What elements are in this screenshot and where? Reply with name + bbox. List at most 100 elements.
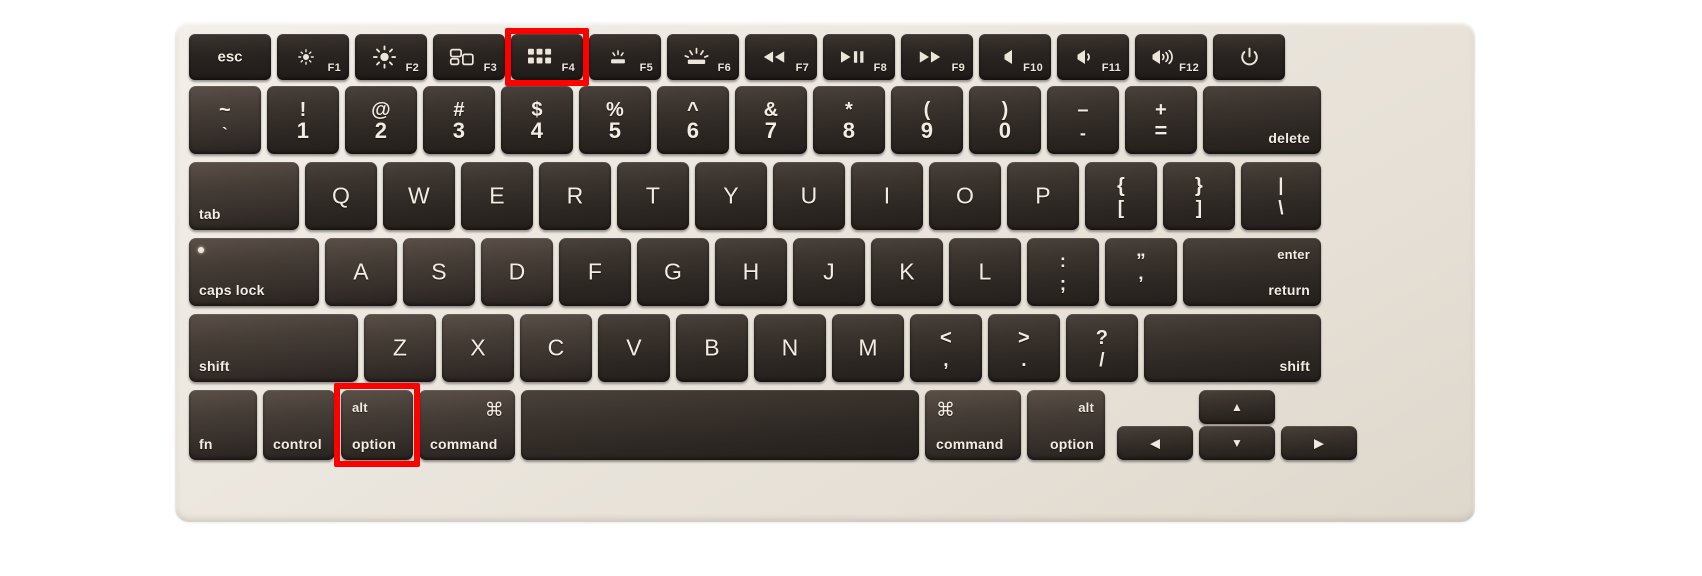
key-8-base-label: 8 xyxy=(842,118,856,143)
key-f2[interactable]: F2 xyxy=(355,34,427,80)
key-u[interactable]: U xyxy=(773,162,845,230)
key-9[interactable]: ( 9 xyxy=(891,86,963,154)
key-arrow-right[interactable]: ▶ xyxy=(1281,426,1357,460)
command-glyph-icon: ⌘ xyxy=(484,400,504,421)
key-1-shift-label: ! xyxy=(299,99,307,121)
key-p[interactable]: P xyxy=(1007,162,1079,230)
key-k-label: K xyxy=(899,258,915,285)
key-m-label: M xyxy=(858,334,878,361)
key-shift-right[interactable]: shift xyxy=(1144,314,1321,382)
key-command-right[interactable]: ⌘ command xyxy=(925,390,1021,460)
key-o[interactable]: O xyxy=(929,162,1001,230)
key-3[interactable]: # 3 xyxy=(423,86,495,154)
key-bracket-right-shift-label: } xyxy=(1195,175,1203,197)
key-q[interactable]: Q xyxy=(305,162,377,230)
key-v[interactable]: V xyxy=(598,314,670,382)
key-r[interactable]: R xyxy=(539,162,611,230)
key-f[interactable]: F xyxy=(559,238,631,306)
key-f6[interactable]: F6 xyxy=(667,34,739,80)
key-7[interactable]: & 7 xyxy=(735,86,807,154)
key-f3[interactable]: F3 xyxy=(433,34,505,80)
key-command-left-label: command xyxy=(430,436,498,452)
key-2[interactable]: @ 2 xyxy=(345,86,417,154)
key-z[interactable]: Z xyxy=(364,314,436,382)
key-arrow-left[interactable]: ◀ xyxy=(1117,426,1193,460)
key-n[interactable]: N xyxy=(754,314,826,382)
key-s[interactable]: S xyxy=(403,238,475,306)
key-grave-shift-label: ~ xyxy=(219,99,231,121)
key-0-shift-label: ) xyxy=(1001,99,1009,121)
key-5[interactable]: % 5 xyxy=(579,86,651,154)
key-f11[interactable]: F11 xyxy=(1057,34,1129,80)
key-l[interactable]: L xyxy=(949,238,1021,306)
key-control[interactable]: control xyxy=(263,390,335,460)
key-c-label: C xyxy=(547,334,565,361)
key-8[interactable]: * 8 xyxy=(813,86,885,154)
key-arrow-up[interactable]: ▲ xyxy=(1199,390,1275,424)
key-semicolon[interactable]: : ; xyxy=(1027,238,1099,306)
key-f-label: F xyxy=(587,258,603,285)
key-y[interactable]: Y xyxy=(695,162,767,230)
key-9-shift-label: ( xyxy=(923,99,931,121)
key-0[interactable]: ) 0 xyxy=(969,86,1041,154)
key-return[interactable]: enter return xyxy=(1183,238,1321,306)
key-g[interactable]: G xyxy=(637,238,709,306)
key-period[interactable]: > . xyxy=(988,314,1060,382)
key-tab-label: tab xyxy=(199,206,221,222)
key-i[interactable]: I xyxy=(851,162,923,230)
key-m[interactable]: M xyxy=(832,314,904,382)
key-6[interactable]: ^ 6 xyxy=(657,86,729,154)
key-w[interactable]: W xyxy=(383,162,455,230)
key-f4[interactable]: F4 xyxy=(511,34,583,80)
key-t[interactable]: T xyxy=(617,162,689,230)
key-x[interactable]: X xyxy=(442,314,514,382)
key-f12[interactable]: F12 xyxy=(1135,34,1207,80)
key-n-label: N xyxy=(781,334,799,361)
key-command-left[interactable]: ⌘ command xyxy=(419,390,515,460)
key-3-base-label: 3 xyxy=(452,118,466,143)
key-4-shift-label: $ xyxy=(531,99,543,121)
key-fn[interactable]: fn xyxy=(189,390,257,460)
key-1[interactable]: ! 1 xyxy=(267,86,339,154)
key-arrow-down[interactable]: ▼ xyxy=(1199,426,1275,460)
key-j[interactable]: J xyxy=(793,238,865,306)
key-4[interactable]: $ 4 xyxy=(501,86,573,154)
key-b[interactable]: B xyxy=(676,314,748,382)
key-bracket-right[interactable]: } ] xyxy=(1163,162,1235,230)
key-f5[interactable]: F5 xyxy=(589,34,661,80)
key-bracket-left[interactable]: { [ xyxy=(1085,162,1157,230)
key-minus[interactable]: – - xyxy=(1047,86,1119,154)
key-tab[interactable]: tab xyxy=(189,162,299,230)
key-e[interactable]: E xyxy=(461,162,533,230)
key-f4-fn-label: F4 xyxy=(561,62,575,74)
key-esc[interactable]: esc xyxy=(189,34,271,80)
key-space[interactable] xyxy=(521,390,919,460)
key-f1[interactable]: F1 xyxy=(277,34,349,80)
key-f9[interactable]: F9 xyxy=(901,34,973,80)
key-quote[interactable]: ” ’ xyxy=(1105,238,1177,306)
key-equal[interactable]: + = xyxy=(1125,86,1197,154)
key-backslash-shift-label: | xyxy=(1278,175,1284,195)
key-delete-label: delete xyxy=(1268,130,1310,146)
key-quote-base-label: ’ xyxy=(1138,274,1144,295)
key-comma[interactable]: < , xyxy=(910,314,982,382)
key-k[interactable]: K xyxy=(871,238,943,306)
key-h[interactable]: H xyxy=(715,238,787,306)
key-f11-fn-label: F11 xyxy=(1101,62,1121,74)
key-c[interactable]: C xyxy=(520,314,592,382)
key-grave[interactable]: ~ ` xyxy=(189,86,261,154)
key-f7[interactable]: F7 xyxy=(745,34,817,80)
key-slash[interactable]: ? / xyxy=(1066,314,1138,382)
key-backslash[interactable]: | \ xyxy=(1241,162,1321,230)
key-shift-left[interactable]: shift xyxy=(189,314,358,382)
key-option-left[interactable]: alt option xyxy=(341,390,413,460)
key-option-right[interactable]: alt option xyxy=(1027,390,1105,460)
caps-lock-led-icon xyxy=(198,247,204,253)
key-delete[interactable]: delete xyxy=(1203,86,1321,154)
key-f8[interactable]: F8 xyxy=(823,34,895,80)
key-a[interactable]: A xyxy=(325,238,397,306)
key-f10[interactable]: F10 xyxy=(979,34,1051,80)
key-power[interactable] xyxy=(1213,34,1285,80)
key-d[interactable]: D xyxy=(481,238,553,306)
key-caps-lock[interactable]: caps lock xyxy=(189,238,319,306)
